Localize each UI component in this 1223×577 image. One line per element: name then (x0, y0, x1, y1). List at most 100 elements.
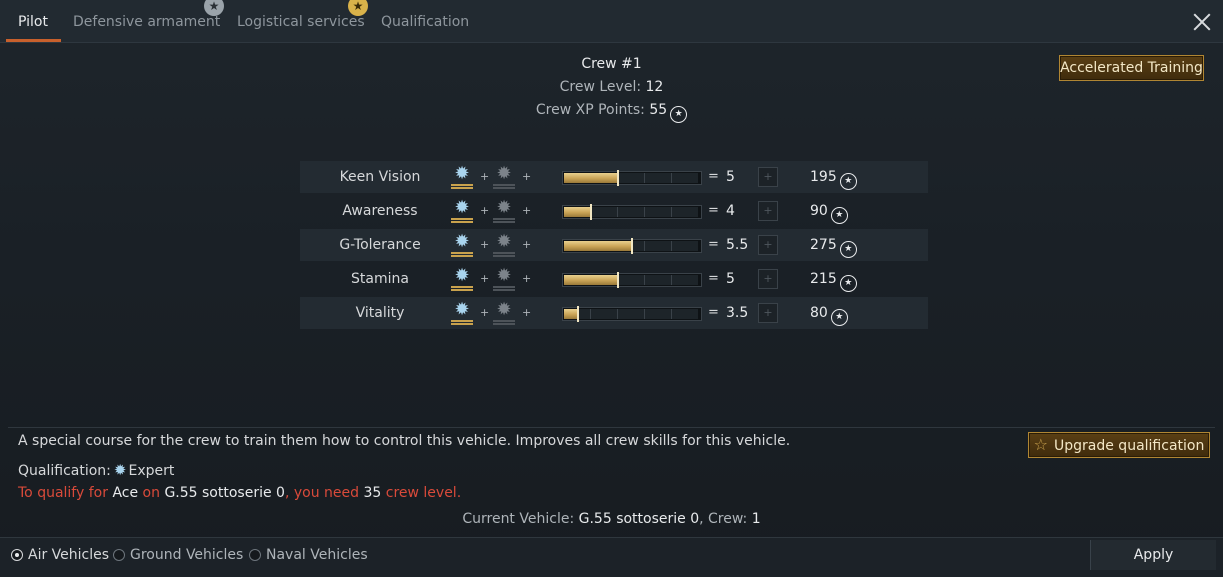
skill-progress-marker (617, 272, 619, 288)
current-crew-label: , Crew: (699, 511, 748, 527)
tab-qualification[interactable]: Qualification (381, 0, 469, 40)
crew-title: Crew #1 (581, 56, 642, 72)
gold-star-badge-icon: ★ (348, 0, 368, 16)
divider (8, 427, 1215, 428)
expert-medal-icon: ✹ (449, 301, 475, 327)
upgrade-qualification-label: Upgrade qualification (1054, 438, 1205, 454)
expert-medal-icon: ✹ (449, 165, 475, 191)
skill-cost: 195 ★ (810, 161, 857, 193)
radio-dot (249, 549, 261, 561)
skill-value: 5 (726, 169, 735, 185)
current-vehicle-label: Current Vehicle: (462, 511, 575, 527)
radio-air-vehicles[interactable]: Air Vehicles (11, 545, 109, 565)
skill-cost-value: 275 (810, 237, 837, 253)
crew-level-value: 12 (645, 79, 664, 95)
xp-icon: ★ (670, 106, 688, 123)
current-vehicle-name: G.55 sottoserie 0 (578, 511, 700, 527)
skill-progress-fill (564, 275, 618, 285)
xp-icon: ★ (830, 207, 848, 224)
skill-name: Stamina (351, 271, 409, 287)
skill-cost: 215 ★ (810, 263, 857, 295)
req-text-3: , you need (284, 485, 360, 501)
req-text-1: To qualify for (18, 485, 108, 501)
plus-sign: + (480, 238, 490, 251)
increase-skill-button[interactable]: + (758, 167, 778, 187)
increase-skill-button[interactable]: + (758, 269, 778, 289)
skill-value: 5.5 (726, 237, 749, 253)
plus-sign: + (522, 204, 532, 217)
radio-label: Naval Vehicles (266, 547, 368, 563)
skill-progress-marker (617, 170, 619, 186)
radio-dot (11, 549, 23, 561)
radio-naval-vehicles[interactable]: Naval Vehicles (249, 545, 368, 565)
skill-name: Vitality (355, 305, 405, 321)
req-text-2: on (142, 485, 160, 501)
req-vehicle: G.55 sottoserie 0 (164, 485, 285, 501)
current-vehicle-line: Current Vehicle: G.55 sottoserie 0, Crew… (0, 511, 1223, 527)
ace-medal-icon: ✹ (491, 301, 517, 327)
plus-sign: + (522, 170, 532, 183)
skill-row: Keen Vision ✹ + ✹ + = 5 + 195 ★ (300, 161, 928, 193)
silver-star-badge-icon: ★ (204, 0, 224, 16)
apply-button[interactable]: Apply (1090, 540, 1216, 570)
tab-bar: Pilot Defensive armament ★ Logistical se… (0, 0, 1223, 43)
plus-sign: + (480, 204, 490, 217)
xp-icon: ★ (830, 309, 848, 326)
tab-logistical-services[interactable]: Logistical services (237, 0, 365, 40)
accelerated-training-button[interactable]: Accelerated Training (1059, 55, 1204, 81)
upgrade-qualification-button[interactable]: ☆ Upgrade qualification (1028, 432, 1210, 458)
skill-name: Awareness (342, 203, 418, 219)
skill-progress-bar[interactable] (562, 306, 702, 322)
skill-row: Awareness ✹ + ✹ + = 4 + 90 ★ (300, 195, 928, 227)
equals-sign: = (708, 271, 719, 286)
skill-cost: 80 ★ (810, 297, 848, 329)
star-outline-icon: ☆ (1033, 435, 1048, 454)
xp-icon: ★ (839, 241, 857, 258)
skill-row: Vitality ✹ + ✹ + = 3.5 + 80 ★ (300, 297, 928, 329)
skill-row: G-Tolerance ✹ + ✹ + = 5.5 + 275 ★ (300, 229, 928, 261)
skill-progress-fill (564, 207, 591, 217)
expert-medal-icon: ✹ (113, 461, 127, 479)
crew-xp-label: Crew XP Points: (535, 102, 645, 118)
plus-sign: + (522, 238, 532, 251)
expert-medal-icon: ✹ (449, 199, 475, 225)
equals-sign: = (708, 305, 719, 320)
crew-level: Crew Level: 12 (0, 79, 1223, 95)
crew-level-label: Crew Level: (559, 79, 642, 95)
req-target: Ace (112, 485, 139, 501)
skill-progress-bar[interactable] (562, 238, 702, 254)
increase-skill-button[interactable]: + (758, 303, 778, 323)
active-tab-indicator (6, 39, 61, 42)
plus-sign: + (480, 306, 490, 319)
skill-row: Stamina ✹ + ✹ + = 5 + 215 ★ (300, 263, 928, 295)
skill-progress-fill (564, 241, 632, 251)
skill-cost-value: 215 (810, 271, 837, 287)
close-icon[interactable] (1190, 10, 1214, 34)
plus-sign: + (480, 272, 490, 285)
skill-cost: 90 ★ (810, 195, 848, 227)
crew-xp: Crew XP Points: 55 ★ (0, 102, 1223, 123)
tab-defensive-armament[interactable]: Defensive armament (73, 0, 220, 40)
skill-progress-bar[interactable] (562, 204, 702, 220)
plus-sign: + (522, 306, 532, 319)
qualification-label: Qualification: (18, 463, 111, 479)
skill-name: Keen Vision (339, 169, 421, 185)
skill-progress-bar[interactable] (562, 170, 702, 186)
crew-xp-value: 55 (649, 102, 668, 118)
increase-skill-button[interactable]: + (758, 235, 778, 255)
skill-progress-bar[interactable] (562, 272, 702, 288)
radio-label: Air Vehicles (28, 547, 110, 563)
xp-icon: ★ (839, 275, 857, 292)
skill-cost-value: 80 (810, 305, 828, 321)
skill-cost-value: 90 (810, 203, 828, 219)
xp-icon: ★ (839, 173, 857, 190)
expert-medal-icon: ✹ (449, 233, 475, 259)
skill-value: 5 (726, 271, 735, 287)
tab-pilot[interactable]: Pilot (18, 0, 48, 40)
skill-value: 4 (726, 203, 735, 219)
ace-medal-icon: ✹ (491, 233, 517, 259)
increase-skill-button[interactable]: + (758, 201, 778, 221)
expert-medal-icon: ✹ (449, 267, 475, 293)
radio-ground-vehicles[interactable]: Ground Vehicles (113, 545, 243, 565)
ace-medal-icon: ✹ (491, 165, 517, 191)
